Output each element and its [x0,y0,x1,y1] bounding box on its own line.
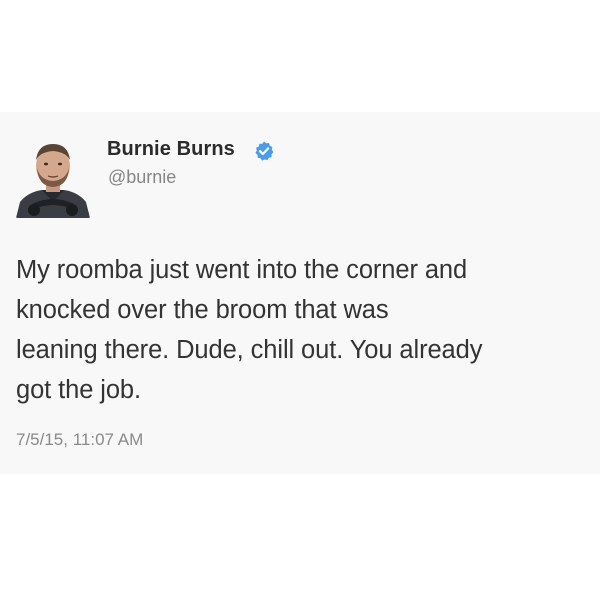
tweet-text: My roomba just went into the corner and … [16,250,592,410]
verified-badge-icon [255,141,274,161]
avatar[interactable] [14,136,92,218]
tweet-text-line: knocked over the broom that was [16,296,389,324]
author-display-name[interactable]: Burnie Burns [107,138,235,161]
tweet-screenshot: Burnie Burns @burnie My roomba just went… [0,0,600,600]
author-handle[interactable]: @burnie [108,167,176,188]
avatar-portrait-icon [14,136,92,218]
tweet-text-line: My roomba just went into the corner and [16,256,468,284]
tweet-text-line: leaning there. Dude, chill out. You alre… [16,336,483,364]
tweet-timestamp[interactable]: 7/5/15, 11:07 AM [16,430,143,450]
tweet-text-line: got the job. [16,376,141,404]
